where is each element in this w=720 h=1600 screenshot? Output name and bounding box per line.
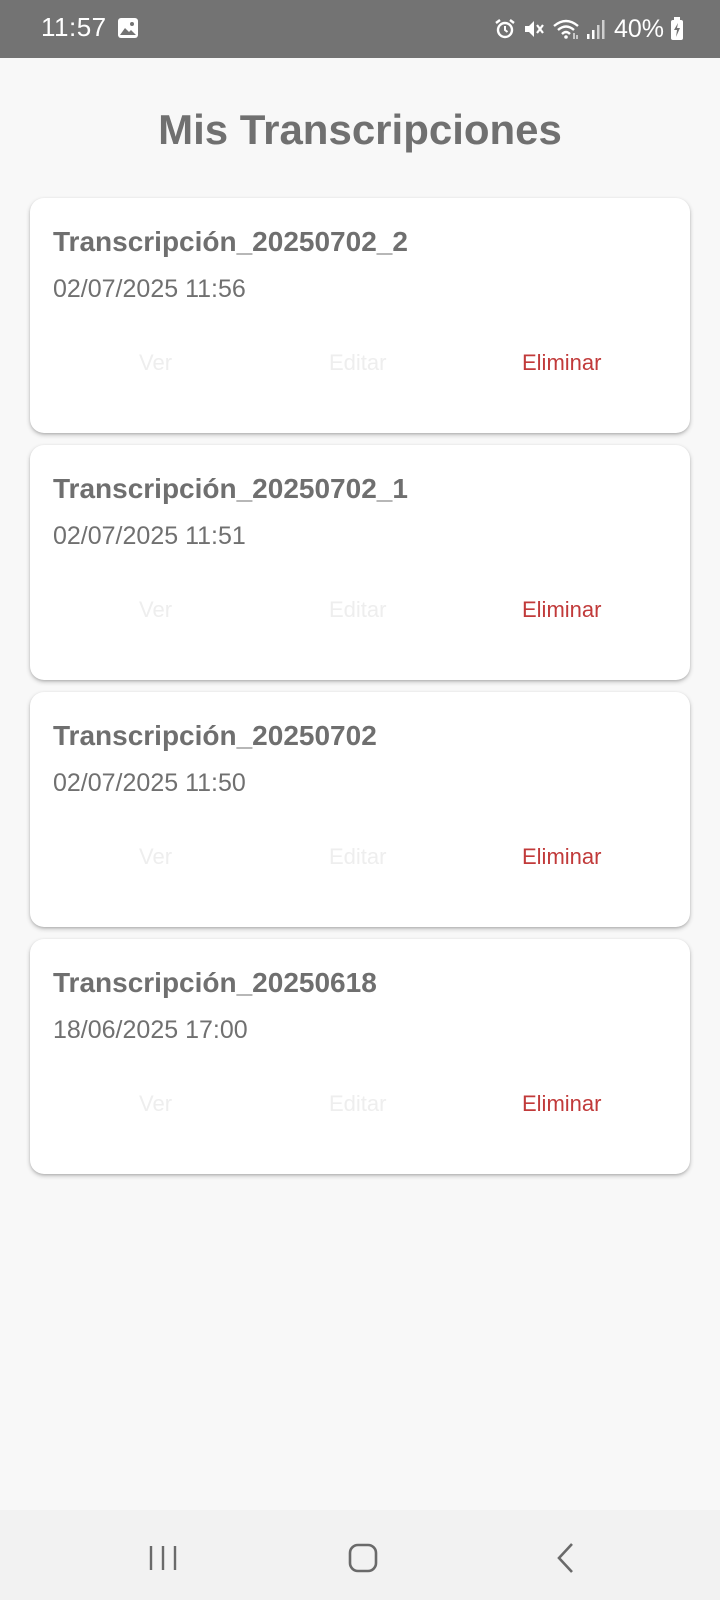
mute-icon (524, 21, 544, 37)
status-time: 11:57 (41, 12, 107, 42)
home-icon[interactable] (343, 1538, 383, 1578)
transcription-card: Transcripción_20250618 18/06/2025 17:00 … (30, 939, 690, 1174)
edit-button[interactable]: Editar (329, 597, 386, 623)
back-icon[interactable] (547, 1538, 587, 1578)
transcription-date: 02/07/2025 11:56 (53, 275, 246, 303)
navigation-bar (0, 1510, 720, 1600)
alarm-icon (495, 19, 515, 39)
delete-button[interactable]: Eliminar (522, 350, 601, 376)
status-icons: 40% (494, 12, 684, 46)
delete-button[interactable]: Eliminar (522, 844, 601, 870)
status-bar: 11:57 40% (0, 0, 720, 58)
view-button[interactable]: Ver (139, 844, 172, 870)
transcription-title: Transcripción_20250702 (53, 720, 377, 751)
transcription-date: 02/07/2025 11:51 (53, 522, 246, 550)
transcription-title: Transcripción_20250702_1 (53, 473, 408, 504)
battery-icon (671, 17, 683, 40)
view-button[interactable]: Ver (139, 1091, 172, 1117)
gallery-icon (118, 18, 138, 38)
recent-apps-icon[interactable] (143, 1538, 183, 1578)
edit-button[interactable]: Editar (329, 844, 386, 870)
edit-button[interactable]: Editar (329, 1091, 386, 1117)
transcription-title: Transcripción_20250618 (53, 967, 377, 998)
edit-button[interactable]: Editar (329, 350, 386, 376)
signal-icon (586, 20, 605, 39)
page-title: Mis Transcripciones (158, 106, 562, 153)
delete-button[interactable]: Eliminar (522, 597, 601, 623)
view-button[interactable]: Ver (139, 597, 172, 623)
transcription-title: Transcripción_20250702_2 (53, 226, 408, 257)
wifi-icon (553, 19, 579, 39)
battery-percentage: 40% (613, 14, 664, 43)
transcription-date: 02/07/2025 11:50 (53, 769, 246, 797)
delete-button[interactable]: Eliminar (522, 1091, 601, 1117)
transcription-card: Transcripción_20250702_2 02/07/2025 11:5… (30, 198, 690, 433)
view-button[interactable]: Ver (139, 350, 172, 376)
transcription-card: Transcripción_20250702 02/07/2025 11:50 … (30, 692, 690, 927)
transcription-date: 18/06/2025 17:00 (53, 1016, 248, 1044)
transcription-card: Transcripción_20250702_1 02/07/2025 11:5… (30, 445, 690, 680)
